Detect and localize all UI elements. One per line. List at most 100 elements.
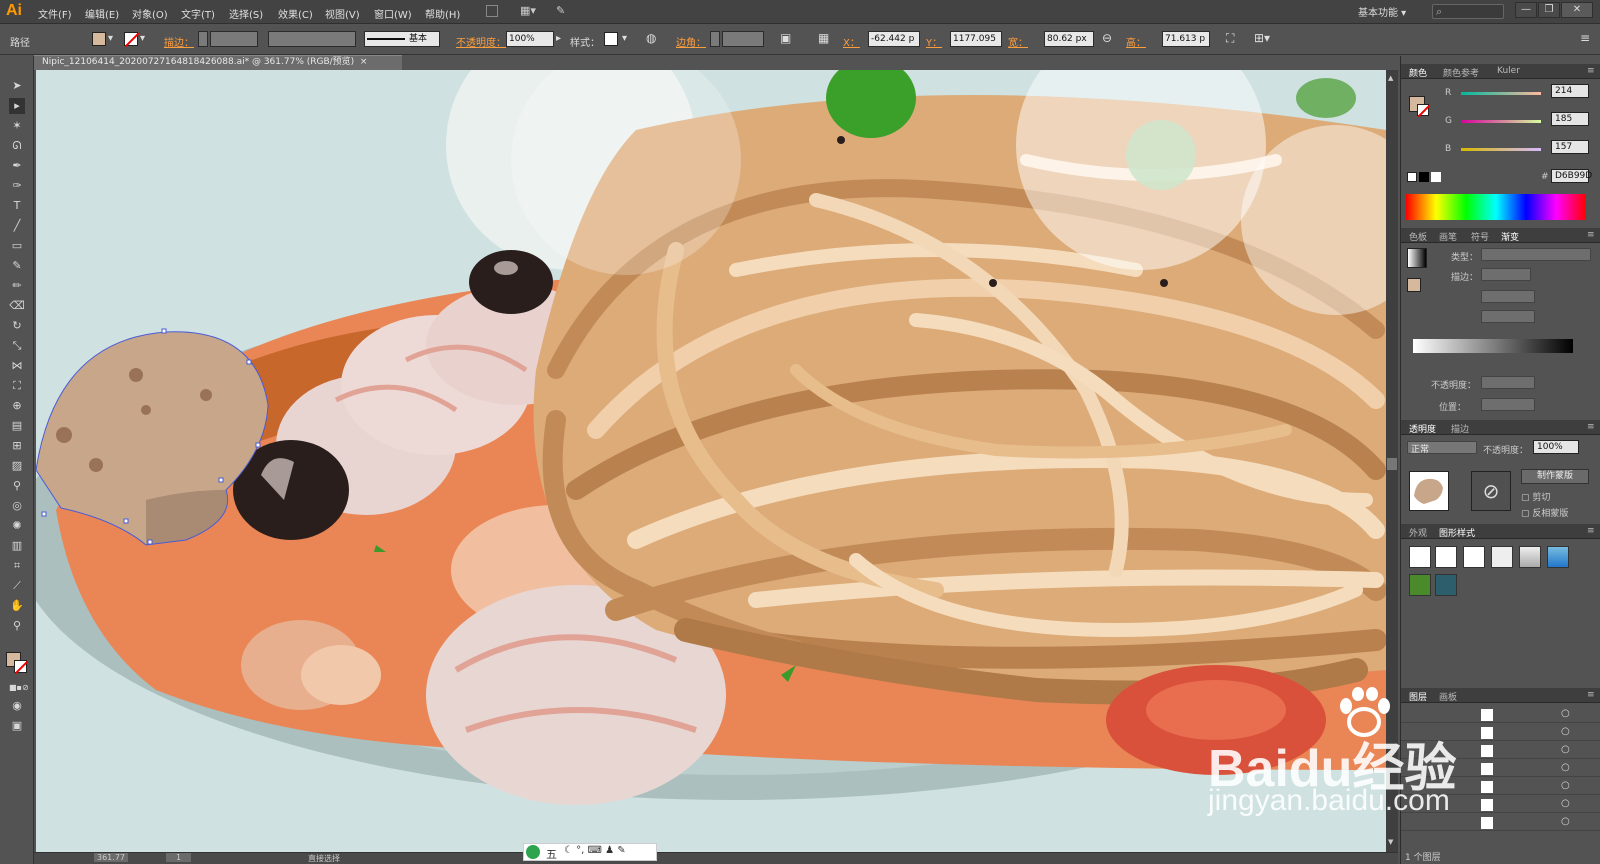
panel-menu-icon[interactable]: ≡ bbox=[1587, 690, 1595, 700]
visibility-icon[interactable]: ○ bbox=[1561, 780, 1570, 791]
menu-effect[interactable]: 效果(C) bbox=[278, 6, 313, 21]
variable-width-profile[interactable] bbox=[268, 31, 356, 47]
b-slider[interactable] bbox=[1461, 148, 1541, 151]
draw-mode-icon[interactable]: ◉ bbox=[9, 698, 25, 714]
align-icon[interactable]: ▣ bbox=[780, 31, 791, 45]
paintbrush-icon[interactable]: ✎ bbox=[9, 258, 25, 274]
menu-view[interactable]: 视图(V) bbox=[325, 6, 360, 21]
selection-tool-icon[interactable]: ➤ bbox=[9, 78, 25, 94]
hex-input[interactable]: D6B99D bbox=[1551, 169, 1592, 183]
eraser-icon[interactable]: ⌫ bbox=[9, 298, 25, 314]
fill-swatch[interactable] bbox=[92, 32, 106, 46]
menu-select[interactable]: 选择(S) bbox=[229, 6, 263, 21]
ime-toolbar[interactable]: 五 ☾ °, ⌨ ♟ ✎ bbox=[523, 843, 657, 861]
scroll-up-icon[interactable]: ▲ bbox=[1388, 74, 1393, 82]
corner-stepper[interactable] bbox=[710, 31, 720, 47]
gradient-stroke-options[interactable] bbox=[1481, 268, 1531, 281]
r-input[interactable]: 214 bbox=[1551, 84, 1589, 98]
artboard-tool-icon[interactable]: ⌗ bbox=[9, 558, 25, 574]
vertical-scrollbar[interactable]: ▲ ▼ bbox=[1386, 70, 1398, 852]
rotate-tool-icon[interactable]: ↻ bbox=[9, 318, 25, 334]
width-tool-icon[interactable]: ⋈ bbox=[9, 358, 25, 374]
close-tab-icon[interactable]: × bbox=[360, 57, 368, 67]
transparency-opacity-input[interactable]: 100% bbox=[1533, 440, 1579, 454]
layer-row[interactable]: ○ bbox=[1401, 778, 1600, 795]
bridge-icon[interactable] bbox=[486, 5, 498, 17]
lasso-icon[interactable]: ᘏ bbox=[9, 138, 25, 154]
graphic-style-white[interactable] bbox=[1463, 546, 1485, 568]
stroke-swatch[interactable] bbox=[124, 32, 140, 48]
search-input[interactable]: ⌕ bbox=[1432, 4, 1504, 19]
graphic-style-shadow[interactable] bbox=[1519, 546, 1541, 568]
b-input[interactable]: 157 bbox=[1551, 140, 1589, 154]
r-slider[interactable] bbox=[1461, 92, 1541, 95]
style-swatch[interactable] bbox=[604, 32, 618, 46]
panel-menu-icon[interactable]: ≡ bbox=[1587, 422, 1595, 432]
tab-swatches[interactable]: 色板 bbox=[1409, 230, 1427, 243]
panel-menu-icon[interactable]: ≡ bbox=[1587, 66, 1595, 76]
y-input[interactable]: 1177.095 bbox=[950, 31, 1002, 47]
scroll-down-icon[interactable]: ▼ bbox=[1388, 838, 1393, 846]
make-mask-button[interactable]: 制作蒙版 bbox=[1521, 469, 1589, 484]
pen-tool-icon[interactable]: ✒ bbox=[9, 158, 25, 174]
stroke-color-swatch[interactable] bbox=[14, 660, 29, 675]
none-swatch[interactable] bbox=[1407, 172, 1417, 182]
panel-menu-icon[interactable]: ≡ bbox=[1587, 230, 1595, 240]
graph-tool-icon[interactable]: ▥ bbox=[9, 538, 25, 554]
graphic-style-default[interactable] bbox=[1409, 546, 1431, 568]
hand-tool-icon[interactable]: ✋ bbox=[9, 598, 25, 614]
gradient-preview[interactable] bbox=[1407, 248, 1427, 268]
width-label[interactable]: 宽： bbox=[1008, 34, 1028, 49]
x-label[interactable]: X： bbox=[843, 34, 860, 49]
tab-color-guide[interactable]: 颜色参考 bbox=[1443, 66, 1479, 79]
zoom-tool-icon[interactable]: ⚲ bbox=[9, 618, 25, 634]
gradient-angle-input[interactable] bbox=[1481, 290, 1535, 303]
tab-artboards[interactable]: 画板 bbox=[1439, 690, 1457, 703]
tab-kuler[interactable]: Kuler bbox=[1497, 66, 1520, 76]
stroke-weight-stepper[interactable] bbox=[198, 31, 208, 47]
chevron-right-icon[interactable]: ▸ bbox=[556, 33, 561, 44]
height-label[interactable]: 高： bbox=[1126, 34, 1146, 49]
chevron-down-icon[interactable]: ▾ bbox=[108, 33, 113, 44]
layer-row[interactable]: ○ bbox=[1401, 814, 1600, 831]
transform-icon[interactable]: ⛶ bbox=[1226, 31, 1234, 46]
document-tab[interactable]: Nipic_12106414_20200727164818426088.ai* … bbox=[34, 55, 402, 70]
chevron-down-icon[interactable]: ▾ bbox=[622, 33, 627, 44]
curvature-tool-icon[interactable]: ✑ bbox=[9, 178, 25, 194]
gpu-performance-icon[interactable]: ✎ bbox=[556, 4, 565, 17]
workspace-switcher[interactable]: 基本功能 ▾ bbox=[1358, 4, 1406, 19]
layer-row[interactable]: ○ bbox=[1401, 796, 1600, 813]
height-input[interactable]: 71.613 p bbox=[1162, 31, 1210, 47]
gradient-slider[interactable] bbox=[1413, 339, 1573, 353]
zoom-level[interactable]: 361.77 bbox=[94, 853, 128, 862]
slice-tool-icon[interactable]: ⟋ bbox=[9, 578, 25, 594]
direct-selection-tool-icon[interactable]: ▸ bbox=[9, 98, 25, 114]
visibility-icon[interactable]: ○ bbox=[1561, 798, 1570, 809]
tab-graphic-styles[interactable]: 图形样式 bbox=[1439, 526, 1475, 539]
tab-color[interactable]: 颜色 bbox=[1409, 66, 1427, 79]
visibility-icon[interactable]: ○ bbox=[1561, 726, 1570, 737]
brush-definition[interactable]: 基本 bbox=[364, 31, 440, 47]
line-tool-icon[interactable]: ╱ bbox=[9, 218, 25, 234]
graphic-style-blue[interactable] bbox=[1547, 546, 1569, 568]
arrange-documents-icon[interactable]: ▦▾ bbox=[520, 4, 536, 17]
free-transform-icon[interactable]: ⛶ bbox=[9, 378, 25, 394]
stroke-weight-input[interactable] bbox=[210, 31, 258, 47]
restore-button[interactable]: ❐ bbox=[1538, 2, 1560, 18]
tab-appearance[interactable]: 外观 bbox=[1409, 526, 1427, 539]
isolate-icon[interactable]: ⊞▾ bbox=[1254, 31, 1270, 45]
white-swatch[interactable] bbox=[1431, 172, 1441, 182]
clip-checkbox[interactable]: ▢ 剪切 bbox=[1521, 490, 1550, 503]
gradient-type-select[interactable] bbox=[1481, 248, 1591, 261]
menu-type[interactable]: 文字(T) bbox=[181, 6, 215, 21]
artboard-canvas[interactable] bbox=[36, 70, 1386, 852]
scale-tool-icon[interactable]: ⤡ bbox=[9, 338, 25, 354]
layer-row[interactable]: ○ bbox=[1401, 742, 1600, 759]
black-swatch[interactable] bbox=[1419, 172, 1429, 182]
close-window-button[interactable]: ✕ bbox=[1561, 2, 1593, 18]
graphic-style-outline[interactable] bbox=[1491, 546, 1513, 568]
panel-menu-icon[interactable]: ≡ bbox=[1580, 31, 1590, 45]
recolor-artwork-icon[interactable]: ◍ bbox=[646, 31, 656, 45]
layer-row[interactable]: ○ bbox=[1401, 760, 1600, 777]
graphic-style-none[interactable] bbox=[1435, 546, 1457, 568]
